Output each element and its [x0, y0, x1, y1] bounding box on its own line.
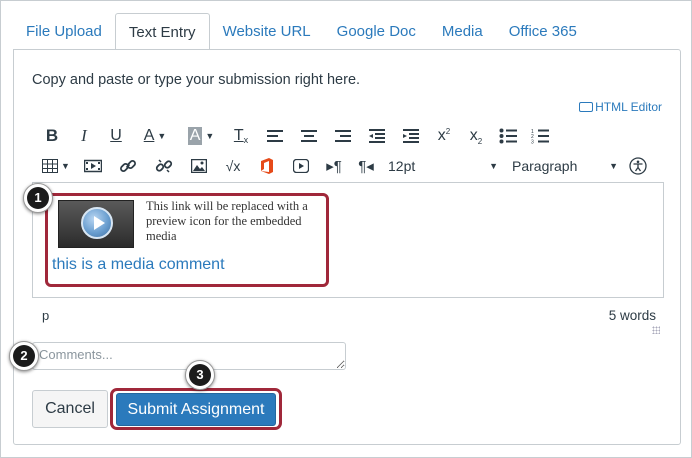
numbered-list-icon[interactable]: 123 [524, 123, 556, 149]
submission-tabs: File Upload Text Entry Website URL Googl… [13, 13, 590, 50]
font-size-value: 12pt [388, 158, 416, 174]
equation-icon[interactable]: √x [216, 153, 250, 179]
toolbar-row-formatting: B I U A ▼ A ▼ Tx x2 x2 1 2 3 [36, 123, 556, 149]
media-preview-note: This link will be replaced with a previe… [146, 199, 308, 243]
image-icon[interactable] [182, 153, 216, 179]
rtl-direction-icon[interactable]: ¶◂ [350, 153, 382, 179]
outdent-icon[interactable] [360, 123, 394, 149]
play-icon [81, 207, 113, 239]
table-icon[interactable]: ▼ [36, 153, 76, 179]
indent-icon[interactable] [394, 123, 428, 149]
clear-formatting-icon[interactable]: Tx [224, 123, 258, 149]
callout-marker-1: 1 [23, 183, 53, 213]
keyboard-icon [579, 102, 594, 112]
cancel-button[interactable]: Cancel [32, 390, 108, 428]
tab-media[interactable]: Media [429, 13, 496, 50]
submit-assignment-button[interactable]: Submit Assignment [116, 393, 276, 426]
rich-text-editor[interactable]: This link will be replaced with a previe… [32, 182, 664, 298]
unlink-icon[interactable] [146, 153, 182, 179]
media-thumbnail[interactable] [58, 200, 134, 248]
accessibility-icon[interactable] [624, 153, 652, 179]
tab-website-url[interactable]: Website URL [210, 13, 324, 50]
toolbar-row-insert: ▼ √x ▸¶ ¶◂ 12pt ▼ Paragraph ▼ [36, 153, 652, 179]
font-size-select[interactable]: 12pt ▼ [382, 153, 502, 179]
subscript-icon[interactable]: x2 [460, 123, 492, 149]
ltr-direction-icon[interactable]: ▸¶ [318, 153, 350, 179]
media-comment-link[interactable]: this is a media comment [52, 256, 225, 274]
callout-marker-3: 3 [185, 360, 215, 390]
block-format-value: Paragraph [512, 158, 578, 174]
text-entry-panel: Copy and paste or type your submission r… [13, 49, 681, 445]
bold-icon[interactable]: B [36, 123, 68, 149]
media-embed-icon[interactable] [76, 153, 110, 179]
media-comment-highlight: This link will be replaced with a previe… [45, 193, 329, 287]
video-icon[interactable] [284, 153, 318, 179]
block-format-select[interactable]: Paragraph ▼ [502, 153, 624, 179]
word-count: 5 words [608, 308, 656, 323]
submission-frame: File Upload Text Entry Website URL Googl… [0, 0, 692, 458]
resize-handle-icon[interactable] [652, 326, 660, 334]
align-right-icon[interactable] [326, 123, 360, 149]
html-editor-link[interactable]: HTML Editor [579, 100, 662, 114]
background-color-icon[interactable]: A ▼ [178, 123, 224, 149]
tab-office-365[interactable]: Office 365 [496, 13, 590, 50]
html-editor-label: HTML Editor [595, 100, 662, 114]
italic-icon[interactable]: I [68, 123, 100, 149]
submit-highlight: Submit Assignment [110, 388, 282, 430]
superscript-icon[interactable]: x2 [428, 123, 460, 149]
callout-marker-2: 2 [9, 341, 39, 371]
element-path: p [42, 308, 50, 323]
align-left-icon[interactable] [258, 123, 292, 149]
tab-file-upload[interactable]: File Upload [13, 13, 115, 50]
tab-google-doc[interactable]: Google Doc [324, 13, 429, 50]
bulleted-list-icon[interactable] [492, 123, 524, 149]
text-color-icon[interactable]: A ▼ [132, 123, 178, 149]
office-365-icon[interactable] [250, 153, 284, 179]
align-center-icon[interactable] [292, 123, 326, 149]
link-icon[interactable] [110, 153, 146, 179]
tab-text-entry[interactable]: Text Entry [114, 13, 210, 50]
svg-text:3: 3 [531, 140, 534, 145]
instructions-text: Copy and paste or type your submission r… [32, 72, 361, 88]
underline-icon[interactable]: U [100, 123, 132, 149]
